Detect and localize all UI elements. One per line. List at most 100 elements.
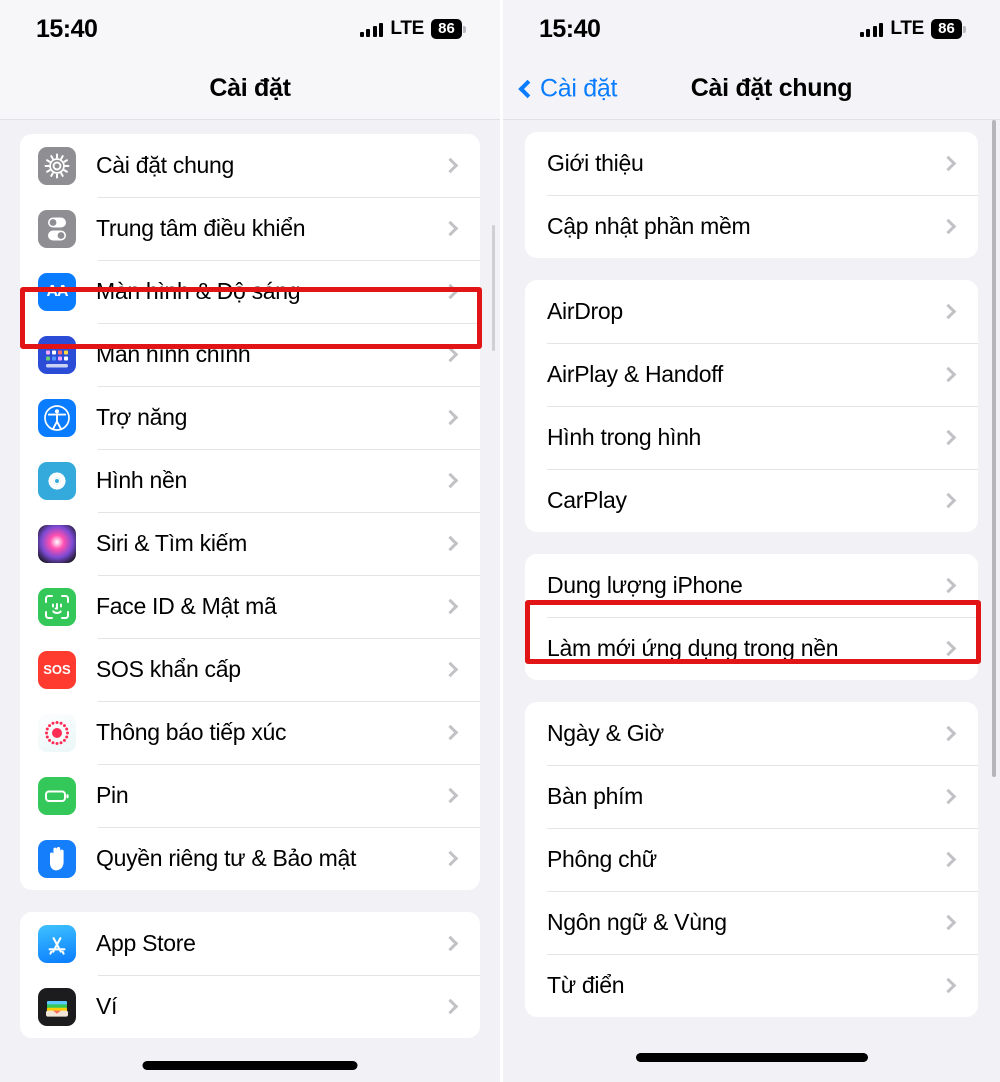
- battery-percent-label: 86: [431, 19, 462, 39]
- settings-row[interactable]: Phông chữ: [525, 828, 978, 891]
- settings-row[interactable]: Trung tâm điều khiển: [20, 197, 480, 260]
- chevron-right-icon: [442, 409, 459, 426]
- settings-row[interactable]: Pin: [20, 764, 480, 827]
- settings-row[interactable]: Cập nhật phần mềm: [525, 195, 978, 258]
- settings-row[interactable]: Cài đặt chung: [20, 134, 480, 197]
- settings-row-label: Làm mới ứng dụng trong nền: [547, 635, 839, 661]
- status-indicators: LTE 86: [859, 18, 966, 40]
- settings-row[interactable]: Hình trong hình: [525, 406, 978, 469]
- chevron-right-icon: [940, 492, 957, 509]
- chevron-right-icon: [940, 366, 957, 383]
- settings-row[interactable]: Dung lượng iPhone: [525, 554, 978, 617]
- settings-row-label: Hình trong hình: [547, 424, 702, 450]
- settings-row-label: Trợ năng: [96, 404, 188, 430]
- scrollbar-left[interactable]: [492, 225, 495, 351]
- settings-row-label: Quyền riêng tư & Bảo mật: [96, 845, 357, 871]
- sos-icon: SOS: [38, 650, 76, 689]
- settings-row[interactable]: Thông báo tiếp xúc: [20, 701, 480, 764]
- settings-row[interactable]: AA Màn hình & Độ sáng: [20, 260, 480, 323]
- chevron-right-icon: [442, 724, 459, 741]
- battery-percent-label: 86: [931, 19, 962, 39]
- exposure-notification-icon: [38, 713, 76, 752]
- wallpaper-icon: [38, 461, 76, 500]
- settings-row-label: Thông báo tiếp xúc: [96, 719, 287, 745]
- back-button-label: Cài đặt: [540, 74, 618, 102]
- settings-list-right[interactable]: Giới thiệu Cập nhật phần mềm AirDrop AirPla…: [503, 120, 1000, 1082]
- left-phone-screen: 15:40 LTE 86 Cài đặt Cài đặt chung Trung …: [0, 0, 500, 1082]
- settings-row-label: Face ID & Mật mã: [96, 593, 277, 619]
- chevron-right-icon: [940, 640, 957, 657]
- settings-row[interactable]: Quyền riêng tư & Bảo mật: [20, 827, 480, 890]
- settings-row[interactable]: Làm mới ứng dụng trong nền: [525, 617, 978, 680]
- battery-nub: [463, 25, 466, 33]
- chevron-left-icon: [518, 79, 537, 98]
- settings-row-label: Cài đặt chung: [96, 152, 235, 178]
- status-clock: 15:40: [36, 14, 98, 43]
- nav-bar-right: Cài đặt Cài đặt chung: [503, 58, 1000, 120]
- battery-icon: 86: [431, 19, 466, 39]
- settings-row-label: Trung tâm điều khiển: [96, 215, 306, 241]
- settings-row[interactable]: AirPlay & Handoff: [525, 343, 978, 406]
- settings-row-label: Giới thiệu: [547, 150, 644, 176]
- settings-row[interactable]: Màn hình chính: [20, 323, 480, 386]
- siri-icon: [38, 524, 76, 563]
- control-center-icon: [38, 209, 76, 248]
- accessibility-icon: [38, 398, 76, 437]
- settings-row[interactable]: SOS SOS khẩn cấp: [20, 638, 480, 701]
- settings-row[interactable]: Giới thiệu: [525, 132, 978, 195]
- chevron-right-icon: [940, 577, 957, 594]
- settings-row-label: Màn hình & Độ sáng: [96, 278, 301, 304]
- settings-row-label: Ví: [96, 993, 118, 1019]
- chevron-right-icon: [442, 787, 459, 804]
- settings-row-label: Màn hình chính: [96, 341, 251, 367]
- settings-row[interactable]: Trợ năng: [20, 386, 480, 449]
- chevron-right-icon: [940, 788, 957, 805]
- settings-row[interactable]: Face ID & Mật mã: [20, 575, 480, 638]
- settings-row-label: AirPlay & Handoff: [547, 361, 724, 387]
- home-indicator-left: [142, 1061, 358, 1070]
- chevron-right-icon: [442, 850, 459, 867]
- chevron-right-icon: [442, 472, 459, 489]
- status-indicators: LTE 86: [359, 18, 466, 40]
- settings-row[interactable]: App Store: [20, 912, 480, 975]
- chevron-right-icon: [940, 914, 957, 931]
- settings-row[interactable]: AirDrop: [525, 280, 978, 343]
- settings-row[interactable]: Từ điển: [525, 954, 978, 1017]
- settings-row[interactable]: Ngôn ngữ & Vùng: [525, 891, 978, 954]
- settings-row[interactable]: Ngày & Giờ: [525, 702, 978, 765]
- settings-row-label: SOS khẩn cấp: [96, 656, 241, 682]
- chevron-right-icon: [940, 851, 957, 868]
- status-bar-right: 15:40 LTE 86: [503, 0, 1000, 58]
- settings-row-label: AirDrop: [547, 298, 623, 324]
- settings-row[interactable]: CarPlay: [525, 469, 978, 532]
- settings-list-left[interactable]: Cài đặt chung Trung tâm điều khiển AA Màn h…: [0, 120, 500, 1082]
- chevron-right-icon: [940, 155, 957, 172]
- settings-row-label: Siri & Tìm kiếm: [96, 530, 247, 556]
- chevron-right-icon: [940, 429, 957, 446]
- settings-group: AirDrop AirPlay & Handoff Hình trong hình C…: [525, 280, 978, 532]
- chevron-right-icon: [442, 220, 459, 237]
- chevron-right-icon: [940, 218, 957, 235]
- settings-row-label: Ngày & Giờ: [547, 720, 664, 746]
- settings-row[interactable]: Bàn phím: [525, 765, 978, 828]
- settings-row[interactable]: Siri & Tìm kiếm: [20, 512, 480, 575]
- battery-icon: [38, 776, 76, 815]
- settings-group: Dung lượng iPhone Làm mới ứng dụng trong …: [525, 554, 978, 680]
- dual-screenshot-container: 15:40 LTE 86 Cài đặt Cài đặt chung Trung …: [0, 0, 1000, 1082]
- settings-row-label: Pin: [96, 782, 129, 808]
- privacy-hand-icon: [38, 839, 76, 878]
- scrollbar-right[interactable]: [992, 120, 996, 777]
- gear-icon: [38, 146, 76, 185]
- battery-icon: 86: [931, 19, 966, 39]
- settings-row[interactable]: Ví: [20, 975, 480, 1038]
- chevron-right-icon: [442, 283, 459, 300]
- settings-group: Ngày & Giờ Bàn phím Phông chữ Ngôn ngữ & Vù…: [525, 702, 978, 1017]
- back-button[interactable]: Cài đặt: [517, 74, 617, 103]
- home-indicator-right: [635, 1053, 868, 1062]
- chevron-right-icon: [442, 535, 459, 552]
- settings-group: App Store Ví: [20, 912, 480, 1038]
- settings-group: Cài đặt chung Trung tâm điều khiển AA Màn h…: [20, 134, 480, 890]
- settings-row[interactable]: Hình nền: [20, 449, 480, 512]
- face-id-icon: [38, 587, 76, 626]
- nav-bar-left: Cài đặt: [0, 58, 500, 120]
